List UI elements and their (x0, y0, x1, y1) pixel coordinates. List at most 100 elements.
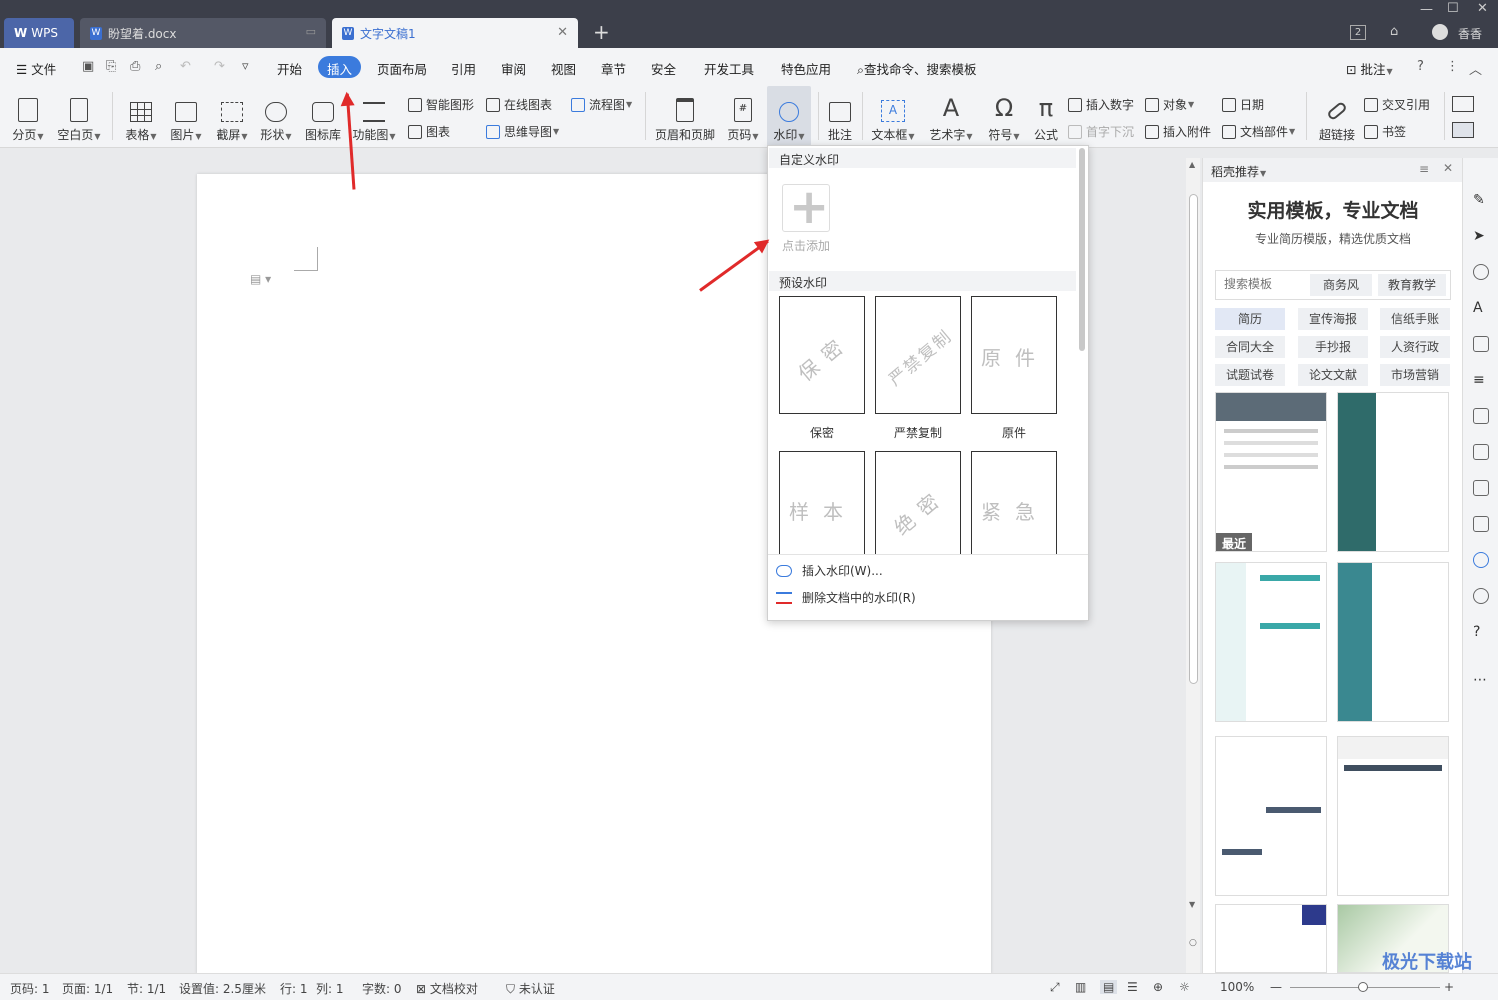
page-number-button[interactable]: # 页码▼ (724, 86, 762, 146)
status-row[interactable]: 行: 1 (280, 980, 308, 997)
layout-toggle-icon[interactable] (1452, 96, 1474, 112)
quick-access-dropdown-icon[interactable]: ▿ (242, 59, 249, 74)
category-contract[interactable]: 合同大全 (1215, 336, 1285, 358)
category-hr[interactable]: 人资行政 (1380, 336, 1450, 358)
image-icon[interactable] (1473, 516, 1489, 532)
screenshot-button[interactable]: 截屏▼ (212, 86, 252, 146)
box-icon[interactable] (1473, 480, 1489, 496)
tab-document-2[interactable]: W 文字文稿1 ✕ (332, 18, 578, 48)
menu-developer[interactable]: 开发工具 (704, 59, 754, 78)
cursor-icon[interactable]: ➤ (1473, 228, 1489, 244)
header-footer-button[interactable]: 页眉和页脚 (652, 86, 718, 146)
blank-page-button[interactable]: 空白页▼ (54, 86, 104, 146)
add-custom-watermark-button[interactable]: + (782, 179, 830, 235)
export-icon[interactable]: ⎘ (106, 59, 116, 74)
template-thumbnail[interactable] (1215, 736, 1327, 896)
formula-button[interactable]: π 公式 (1030, 86, 1062, 146)
monitor-icon[interactable]: ▭ (306, 25, 316, 38)
preset-watermark-original[interactable]: 原件 (971, 296, 1057, 414)
smart-art-button[interactable]: 智能图形 (408, 96, 474, 113)
minimize-icon[interactable]: — (1420, 2, 1433, 17)
preset-watermark-top-secret[interactable]: 绝密 (875, 451, 961, 554)
symbol-button[interactable]: Ω 符号▼ (984, 86, 1024, 146)
scrollbar-thumb[interactable] (1189, 194, 1198, 684)
panel-close-icon[interactable]: ✕ (1443, 161, 1453, 175)
cross-reference-button[interactable]: 交叉引用 (1364, 96, 1430, 113)
menu-security[interactable]: 安全 (651, 59, 676, 78)
category-poster[interactable]: 宣传海报 (1298, 308, 1368, 330)
zoom-slider-handle[interactable] (1358, 982, 1368, 992)
table-icon[interactable] (1473, 336, 1489, 352)
shape-button[interactable]: 形状▼ (256, 86, 296, 146)
menu-reference[interactable]: 引用 (451, 59, 476, 78)
category-letter[interactable]: 信纸手账 (1380, 308, 1450, 330)
watermark-button[interactable]: 水印▼ (767, 86, 811, 146)
redo-icon[interactable]: ↷ (214, 59, 225, 74)
new-tab-button[interactable]: + (593, 20, 610, 44)
outline-view-icon[interactable]: ☰ (1127, 980, 1138, 994)
chart-button[interactable]: 图表 (408, 123, 450, 140)
object-button[interactable]: 对象 ▼ (1145, 96, 1194, 113)
close-tab-icon[interactable]: ✕ (557, 25, 568, 40)
menu-view[interactable]: 视图 (551, 59, 576, 78)
panel-title[interactable]: 稻壳推荐 (1211, 165, 1259, 179)
online-chart-button[interactable]: 在线图表 (486, 96, 552, 113)
close-window-icon[interactable]: ✕ (1477, 1, 1488, 16)
template-search-input[interactable] (1224, 277, 1304, 291)
template-thumbnail[interactable]: 最近 (1215, 392, 1327, 552)
hyperlink-button[interactable]: 超链接 (1314, 86, 1360, 146)
text-style-icon[interactable]: A (1473, 300, 1489, 316)
delete-watermark-item[interactable]: 删除文档中的水印(R) (776, 589, 916, 606)
menu-insert[interactable]: 插入 (318, 56, 362, 78)
save-icon[interactable]: ▣ (82, 59, 94, 74)
preset-watermark-no-copy[interactable]: 严禁复制 (875, 296, 961, 414)
share-icon[interactable] (1473, 444, 1489, 460)
dropdown-scrollbar[interactable] (1079, 148, 1085, 351)
comment-button[interactable]: 批注 (822, 86, 858, 146)
table-button[interactable]: 表格▼ (120, 86, 162, 146)
date-button[interactable]: 日期 (1222, 96, 1264, 113)
collapse-ribbon-icon[interactable]: ︿ (1469, 59, 1482, 78)
status-words[interactable]: 字数: 0 (362, 980, 402, 997)
category-exam[interactable]: 试题试卷 (1215, 364, 1285, 386)
user-name[interactable]: 香香 (1458, 25, 1482, 42)
tab-wps-home[interactable]: W WPS (4, 18, 74, 48)
shapes-icon[interactable] (1473, 264, 1489, 280)
function-chart-button[interactable]: 功能图▼ (350, 86, 398, 146)
template-icon[interactable] (1473, 552, 1489, 568)
zoom-out-icon[interactable]: — (1270, 980, 1282, 994)
page-view-icon[interactable]: ▤ (1100, 980, 1118, 994)
scroll-down-icon[interactable]: ▼ (1189, 900, 1195, 909)
adjust-icon[interactable]: ≡ (1473, 372, 1489, 388)
document-part-button[interactable]: 文档部件 ▼ (1222, 123, 1295, 140)
help-icon[interactable]: ? (1417, 59, 1424, 74)
scroll-up-icon[interactable]: ▲ (1189, 160, 1195, 169)
template-thumbnail[interactable] (1337, 392, 1449, 552)
panel-menu-icon[interactable]: ≡ (1419, 162, 1429, 176)
template-thumbnail[interactable] (1337, 562, 1449, 722)
insert-number-button[interactable]: 插入数字 (1068, 96, 1134, 113)
icon-library-button[interactable]: 图标库 (302, 86, 344, 146)
menu-chapter[interactable]: 章节 (601, 59, 626, 78)
tag-business[interactable]: 商务风 (1310, 274, 1372, 296)
template-search-box[interactable]: 商务风 教育教学 (1215, 270, 1451, 300)
tag-education[interactable]: 教育教学 (1378, 274, 1446, 296)
category-paper[interactable]: 论文文献 (1298, 364, 1368, 386)
mind-map-button[interactable]: 思维导图 ▼ (486, 123, 559, 140)
category-handcopy[interactable]: 手抄报 (1298, 336, 1368, 358)
paragraph-handle-icon[interactable]: ▤ ▾ (250, 272, 271, 286)
fullscreen-icon[interactable]: ⤢ (1050, 980, 1060, 995)
avatar[interactable] (1432, 24, 1448, 40)
proofread-button[interactable]: ⊠ 文档校对 (416, 980, 478, 997)
status-col[interactable]: 列: 1 (316, 980, 344, 997)
print-icon[interactable]: ⎙ (130, 59, 140, 74)
pen-icon[interactable]: ✎ (1473, 192, 1489, 208)
layout-toggle-icon-2[interactable] (1452, 122, 1474, 138)
undo-icon[interactable]: ↶ (180, 59, 191, 74)
template-thumbnail[interactable] (1215, 562, 1327, 722)
window-count-badge[interactable]: 2 (1350, 25, 1366, 40)
help-icon[interactable]: ? (1473, 624, 1489, 640)
template-thumbnail[interactable] (1337, 736, 1449, 896)
status-pages[interactable]: 页面: 1/1 (62, 980, 113, 997)
flowchart-button[interactable]: 流程图 ▼ (571, 96, 632, 113)
